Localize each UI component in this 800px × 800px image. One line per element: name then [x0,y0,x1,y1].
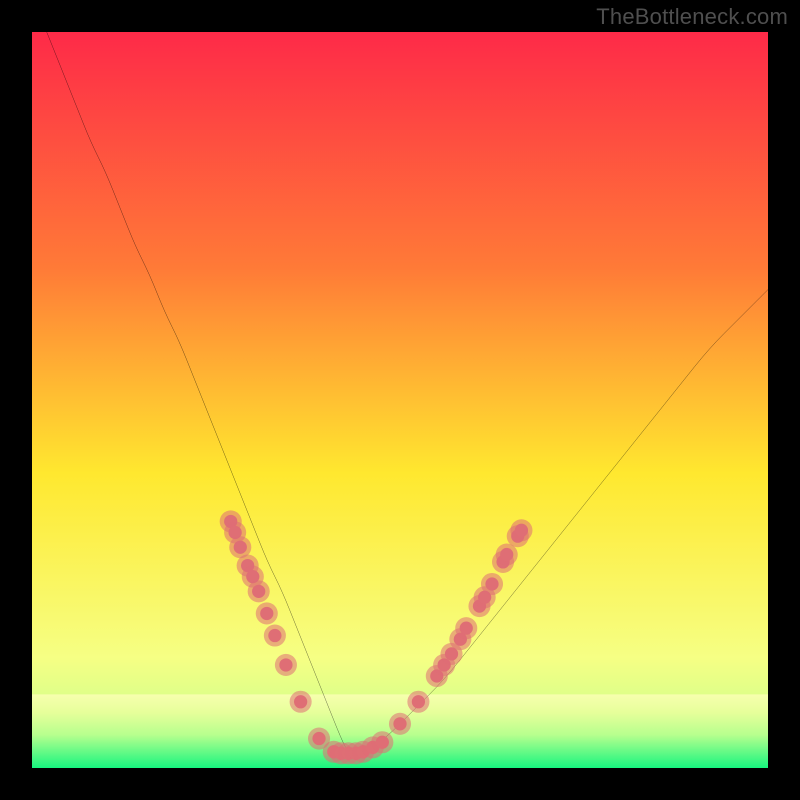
bottleneck-plot [32,32,768,768]
moving-dot-core [312,732,325,745]
moving-dot-core [515,524,528,537]
moving-dot-core [393,717,406,730]
moving-dot-core [268,629,281,642]
moving-dot-core [500,548,513,561]
moving-dot-core [279,658,292,671]
moving-dot-core [294,695,307,708]
gradient-background [32,32,768,768]
moving-dot-core [376,736,389,749]
moving-dot-core [234,541,247,554]
watermark-text: TheBottleneck.com [596,4,788,30]
moving-dot-core [412,695,425,708]
moving-dot-core [485,577,498,590]
moving-dot-core [460,622,473,635]
moving-dot-core [260,607,273,620]
chart-frame: TheBottleneck.com [0,0,800,800]
moving-dot-core [252,585,265,598]
